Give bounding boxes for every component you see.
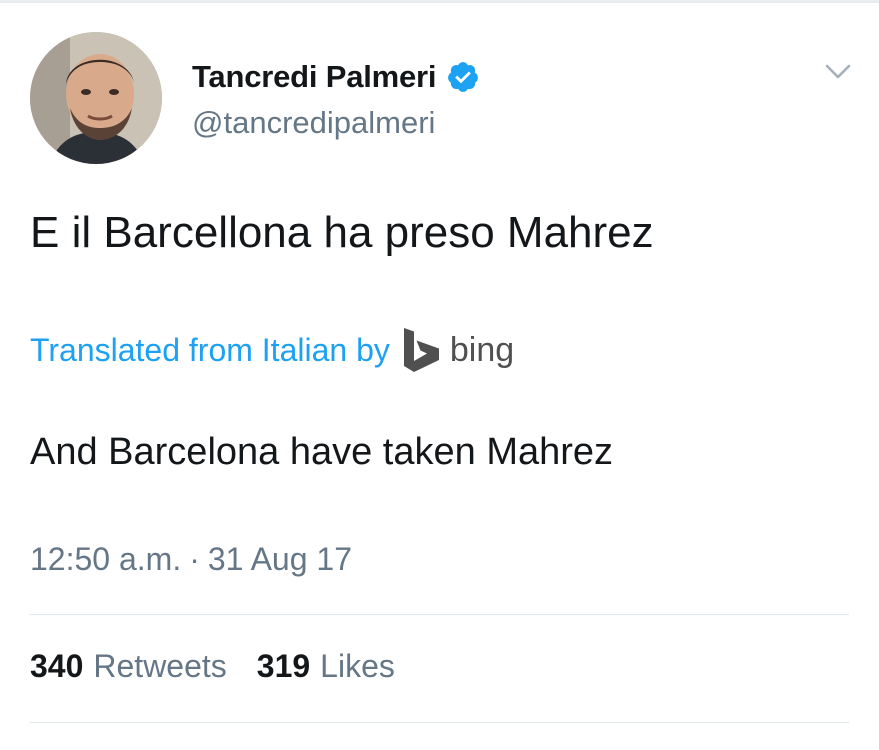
timestamp-separator: ·: [189, 541, 200, 577]
likes-stat[interactable]: 319 Likes: [257, 648, 395, 685]
verified-badge-icon: [446, 60, 480, 94]
profile-photo-icon: [30, 32, 162, 164]
bing-logo-icon: [403, 328, 439, 372]
bing-name: bing: [449, 330, 515, 369]
translation-attribution: Translated from Italian by bing: [30, 325, 514, 375]
divider: [30, 722, 849, 723]
translated-text: And Barcelona have taken Mahrez: [30, 431, 614, 473]
likes-count: 319: [256, 648, 311, 684]
avatar[interactable]: [30, 32, 162, 164]
chevron-down-icon[interactable]: [821, 55, 855, 89]
bing-attribution: bing: [402, 327, 514, 373]
retweets-label: Retweets: [93, 648, 227, 684]
translated-from-link[interactable]: Translated from Italian by: [30, 332, 390, 369]
likes-label: Likes: [320, 648, 395, 684]
divider: [30, 614, 849, 615]
author-display-name[interactable]: Tancredi Palmeri: [192, 59, 437, 95]
tweet-timestamp[interactable]: 12:50 a.m. · 31 Aug 17: [30, 541, 352, 578]
tweet-text: E il Barcellona ha preso Mahrez: [30, 208, 654, 257]
timestamp-date: 31 Aug 17: [207, 541, 352, 577]
tweet-card: Tancredi Palmeri @tancredipalmeri E il B…: [0, 0, 879, 750]
author-handle[interactable]: @tancredipalmeri: [192, 105, 435, 141]
retweets-stat[interactable]: 340 Retweets: [30, 648, 227, 685]
tweet-stats: 340 Retweets 319 Likes: [30, 648, 395, 685]
timestamp-time: 12:50 a.m.: [30, 541, 182, 577]
retweets-count: 340: [30, 648, 84, 684]
author-name-row[interactable]: Tancredi Palmeri: [192, 55, 480, 99]
